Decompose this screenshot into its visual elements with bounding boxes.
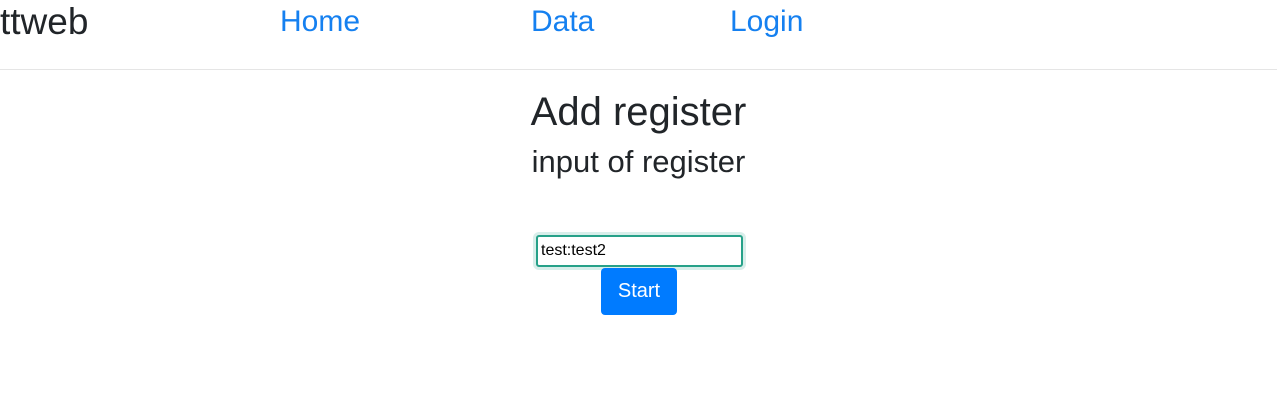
nav-link-data[interactable]: Data bbox=[531, 4, 594, 40]
nav-link-home[interactable]: Home bbox=[280, 4, 360, 40]
page-title: Add register bbox=[530, 90, 747, 134]
start-button[interactable]: Start bbox=[601, 268, 677, 315]
main-content: Add register input of register Start bbox=[0, 70, 1277, 418]
page-subtitle: input of register bbox=[531, 144, 746, 179]
register-input[interactable] bbox=[536, 235, 743, 267]
brand-link[interactable]: ttweb bbox=[0, 0, 88, 44]
navbar: ttweb Home Data Login bbox=[0, 0, 1277, 70]
nav-link-login[interactable]: Login bbox=[730, 4, 803, 40]
